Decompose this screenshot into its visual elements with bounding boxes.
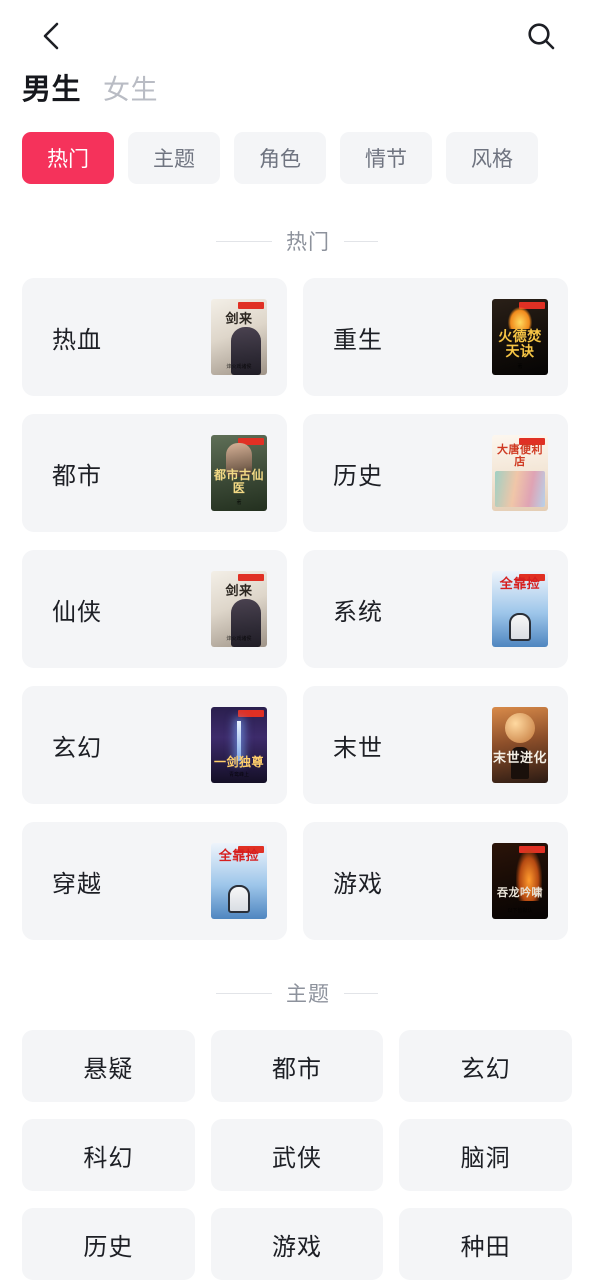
cover-title: 吞龙吟啸: [497, 886, 543, 899]
hot-card-moshi[interactable]: 末世 末世进化: [303, 686, 568, 804]
hot-card-chuanyue[interactable]: 穿越 全靠捡: [22, 822, 287, 940]
cover-title: 都市古仙医: [213, 467, 264, 495]
hot-card-xitong[interactable]: 系统 全靠捡: [303, 550, 568, 668]
theme-cell-wuxia[interactable]: 武侠: [210, 1119, 384, 1191]
theme-cell-xuanyi[interactable]: 悬疑: [22, 1030, 195, 1102]
theme-cell-zhongtian[interactable]: 种田: [399, 1208, 572, 1280]
hot-card-label: 仙侠: [52, 598, 102, 626]
publisher-badge-icon: [238, 302, 264, 309]
book-cover-thumbnail: 全靠捡: [492, 571, 548, 647]
hot-card-rexue[interactable]: 热血 剑来 烽火戏诸侯: [22, 278, 287, 396]
filter-pill-role[interactable]: 角色: [234, 132, 326, 184]
book-cover-thumbnail: 全靠捡: [211, 843, 267, 919]
category-browse-screen: 男生 女生 热门 主题 角色 情节 风格 热门 热血 剑来 烽火戏诸侯 重生 火…: [0, 0, 594, 1280]
hot-card-label: 历史: [333, 462, 383, 490]
filter-pill-style[interactable]: 风格: [446, 132, 538, 184]
book-cover-thumbnail: 剑来 烽火戏诸侯: [211, 299, 267, 375]
cover-art-flame: [508, 307, 532, 329]
hot-card-xianxia[interactable]: 仙侠 剑来 烽火戏诸侯: [22, 550, 287, 668]
book-cover-thumbnail: 都市古仙医 著: [211, 435, 267, 511]
book-cover-thumbnail: 一剑独尊 青鸾峰上: [211, 707, 267, 783]
hot-card-label: 游戏: [333, 870, 383, 898]
hot-card-dushi[interactable]: 都市 都市古仙医 著: [22, 414, 287, 532]
chevron-left-icon: [38, 20, 64, 52]
theme-section-header: 主题: [0, 970, 594, 1016]
theme-cell-youxi[interactable]: 游戏: [210, 1208, 384, 1280]
hot-card-xuanhuan[interactable]: 玄幻 一剑独尊 青鸾峰上: [22, 686, 287, 804]
divider-line-left: [216, 240, 272, 242]
cover-art-character: [228, 885, 250, 913]
search-icon: [525, 20, 557, 52]
hot-card-label: 穿越: [52, 870, 102, 898]
hot-card-chongsheng[interactable]: 重生 火德焚天诀 著: [303, 278, 568, 396]
search-button[interactable]: [518, 13, 564, 59]
theme-cell-dushi[interactable]: 都市: [210, 1030, 384, 1102]
publisher-badge-icon: [238, 574, 264, 581]
filter-pill-plot[interactable]: 情节: [340, 132, 432, 184]
back-button[interactable]: [28, 13, 74, 59]
cover-art-character: [509, 613, 531, 641]
gender-tab-bar: 男生 女生: [0, 72, 594, 124]
hot-card-label: 末世: [333, 734, 383, 762]
divider-line-right: [344, 992, 378, 994]
hot-card-label: 玄幻: [52, 734, 102, 762]
divider-line-left: [216, 992, 272, 994]
hot-card-label: 重生: [333, 326, 383, 354]
publisher-badge-icon: [238, 710, 264, 717]
top-navigation-bar: [0, 0, 594, 72]
cover-art-planet: [505, 713, 535, 743]
cover-title: 末世进化: [492, 749, 547, 765]
cover-title: 火德焚天诀: [498, 328, 542, 360]
gender-tab-male[interactable]: 男生: [22, 76, 81, 105]
cover-title: 全靠捡: [218, 848, 260, 863]
gender-tab-female[interactable]: 女生: [103, 77, 158, 104]
theme-cell-lishi[interactable]: 历史: [22, 1208, 195, 1280]
cover-art-scene: [495, 471, 545, 507]
book-cover-thumbnail: 末世进化: [492, 707, 548, 783]
hot-card-lishi[interactable]: 历史 大唐便利店: [303, 414, 568, 532]
book-cover-thumbnail: 火德焚天诀 著: [492, 299, 548, 375]
cover-title: 大唐便利店: [497, 444, 543, 469]
cover-title: 剑来: [225, 311, 253, 326]
hot-card-label: 热血: [52, 326, 102, 354]
book-cover-thumbnail: 大唐便利店: [492, 435, 548, 511]
theme-cell-kehuan[interactable]: 科幻: [22, 1119, 195, 1191]
divider-line-right: [344, 240, 378, 242]
cover-subtitle: 烽火戏诸侯: [226, 364, 252, 370]
cover-title: 一剑独尊: [213, 754, 264, 769]
cover-subtitle: 以下皆默认: [507, 908, 533, 914]
cover-title: 全靠捡: [499, 576, 541, 591]
hot-card-youxi[interactable]: 游戏 吞龙吟啸 以下皆默认: [303, 822, 568, 940]
theme-category-grid: 悬疑 都市 玄幻 科幻 武侠 脑洞 历史 游戏 种田 开局 女扮男装: [0, 1016, 594, 1280]
cover-title: 剑来: [225, 583, 253, 598]
filter-pill-theme[interactable]: 主题: [128, 132, 220, 184]
filter-pill-row: 热门 主题 角色 情节 风格: [0, 124, 594, 184]
cover-subtitle: 烽火戏诸侯: [226, 636, 252, 642]
cover-subtitle: 著: [236, 500, 242, 506]
hot-card-label: 系统: [333, 598, 383, 626]
theme-cell-xuanhuan[interactable]: 玄幻: [399, 1030, 572, 1102]
theme-cell-naodong[interactable]: 脑洞: [399, 1119, 572, 1191]
book-cover-thumbnail: 吞龙吟啸 以下皆默认: [492, 843, 548, 919]
cover-subtitle: 青鸾峰上: [228, 772, 249, 778]
theme-section-title: 主题: [286, 983, 330, 1006]
book-cover-thumbnail: 剑来 烽火戏诸侯: [211, 571, 267, 647]
hot-section-header: 热门: [0, 218, 594, 264]
hot-card-label: 都市: [52, 462, 102, 490]
cover-subtitle: 著: [517, 364, 523, 370]
hot-category-grid: 热血 剑来 烽火戏诸侯 重生 火德焚天诀 著 都市 都市古仙医 著 历史 大唐便…: [0, 264, 594, 940]
hot-section-title: 热门: [286, 231, 330, 254]
filter-pill-hot[interactable]: 热门: [22, 132, 114, 184]
